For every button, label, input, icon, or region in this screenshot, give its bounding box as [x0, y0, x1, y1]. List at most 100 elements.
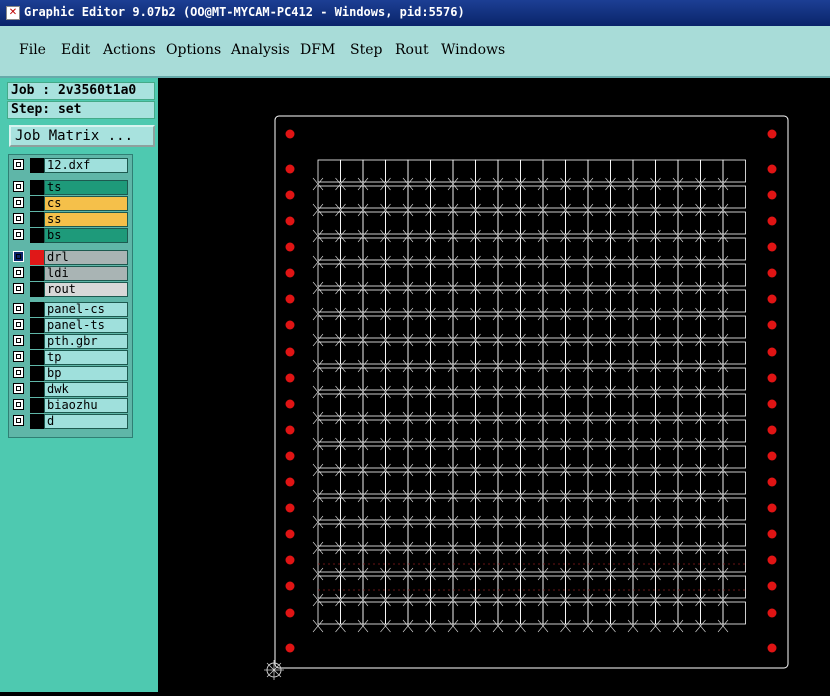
layer-checkbox[interactable]: [13, 181, 24, 192]
tooling-hole: [767, 164, 777, 174]
layer-checkbox[interactable]: [13, 159, 24, 170]
layer-color-swatch[interactable]: [30, 282, 44, 297]
menu-file[interactable]: File: [19, 42, 46, 58]
tooling-hole: [285, 129, 295, 139]
layer-checkbox[interactable]: [13, 351, 24, 362]
layer-color-swatch[interactable]: [30, 302, 44, 317]
layer-row-ldi[interactable]: ldi: [11, 266, 129, 281]
layer-color-swatch[interactable]: [30, 266, 44, 281]
tooling-hole: [767, 608, 777, 618]
layer-checkbox[interactable]: [13, 213, 24, 224]
layer-row-dwk[interactable]: dwk: [11, 382, 129, 397]
layer-checkbox[interactable]: [13, 229, 24, 240]
layer-row-d[interactable]: d: [11, 414, 129, 429]
layer-checkbox[interactable]: [13, 383, 24, 394]
layer-name[interactable]: rout: [44, 282, 128, 297]
tooling-hole: [285, 643, 295, 653]
tooling-hole: [767, 451, 777, 461]
layer-row-biaozhu[interactable]: biaozhu: [11, 398, 129, 413]
layer-row-pth-gbr[interactable]: pth.gbr: [11, 334, 129, 349]
app-icon[interactable]: ✕: [6, 6, 20, 20]
layer-row-tp[interactable]: tp: [11, 350, 129, 365]
graphics-canvas[interactable]: [158, 78, 830, 692]
tooling-hole: [285, 529, 295, 539]
layer-name[interactable]: bp: [44, 366, 128, 381]
layer-name[interactable]: ss: [44, 212, 128, 227]
layer-name[interactable]: biaozhu: [44, 398, 128, 413]
layer-row-drl[interactable]: drl: [11, 250, 129, 265]
menu-edit[interactable]: Edit: [61, 42, 90, 58]
tooling-hole: [767, 216, 777, 226]
menu-step[interactable]: Step: [350, 42, 382, 58]
tooling-hole: [767, 529, 777, 539]
layer-color-swatch[interactable]: [30, 350, 44, 365]
layer-name[interactable]: pth.gbr: [44, 334, 128, 349]
menu-windows[interactable]: Windows: [441, 42, 505, 58]
panel-drawing[interactable]: [158, 78, 830, 692]
tooling-hole: [767, 190, 777, 200]
layer-color-swatch[interactable]: [30, 382, 44, 397]
layer-name[interactable]: drl: [44, 250, 128, 265]
menu-dfm[interactable]: DFM: [300, 42, 335, 58]
window-title: Graphic Editor 9.07b2 (OO@MT-MYCAM-PC412…: [24, 5, 465, 19]
layer-color-swatch[interactable]: [30, 228, 44, 243]
layer-checkbox[interactable]: [13, 251, 24, 262]
layer-color-swatch[interactable]: [30, 334, 44, 349]
menu-options[interactable]: Options: [166, 42, 221, 58]
job-matrix-button[interactable]: Job Matrix ...: [9, 125, 155, 147]
layer-color-swatch[interactable]: [30, 366, 44, 381]
layer-row-ss[interactable]: ss: [11, 212, 129, 227]
layer-name[interactable]: 12.dxf: [44, 158, 128, 173]
layer-color-swatch[interactable]: [30, 180, 44, 195]
tooling-hole: [767, 373, 777, 383]
layer-name[interactable]: panel-ts: [44, 318, 128, 333]
layer-name[interactable]: d: [44, 414, 128, 429]
layer-checkbox[interactable]: [13, 335, 24, 346]
layer-checkbox[interactable]: [13, 415, 24, 426]
layer-row-bp[interactable]: bp: [11, 366, 129, 381]
layer-name[interactable]: ldi: [44, 266, 128, 281]
menu-analysis[interactable]: Analysis: [231, 42, 290, 58]
layer-checkbox[interactable]: [13, 303, 24, 314]
layer-name[interactable]: tp: [44, 350, 128, 365]
layer-color-swatch[interactable]: [30, 398, 44, 413]
tooling-hole: [285, 294, 295, 304]
layer-checkbox[interactable]: [13, 197, 24, 208]
layer-color-swatch[interactable]: [30, 414, 44, 429]
job-label: Job : 2v3560t1a0: [7, 82, 155, 100]
layer-row-panel-cs[interactable]: panel-cs: [11, 302, 129, 317]
layer-color-swatch[interactable]: [30, 318, 44, 333]
tooling-hole: [767, 399, 777, 409]
tooling-hole: [767, 477, 777, 487]
tooling-hole: [285, 581, 295, 591]
layer-row-rout[interactable]: rout: [11, 282, 129, 297]
menu-rout[interactable]: Rout: [395, 42, 429, 58]
layer-name[interactable]: cs: [44, 196, 128, 211]
layer-row-ts[interactable]: ts: [11, 180, 129, 195]
layer-color-swatch[interactable]: [30, 212, 44, 227]
layer-checkbox[interactable]: [13, 283, 24, 294]
tooling-hole: [285, 503, 295, 513]
tooling-hole: [767, 503, 777, 513]
layer-name[interactable]: dwk: [44, 382, 128, 397]
layer-color-swatch[interactable]: [30, 250, 44, 265]
tooling-hole: [767, 555, 777, 565]
layer-name[interactable]: panel-cs: [44, 302, 128, 317]
layer-checkbox[interactable]: [13, 319, 24, 330]
layer-name[interactable]: bs: [44, 228, 128, 243]
tooling-hole: [285, 399, 295, 409]
pcb-array: [312, 159, 746, 633]
layer-color-swatch[interactable]: [30, 196, 44, 211]
layer-row-cs[interactable]: cs: [11, 196, 129, 211]
layer-name[interactable]: ts: [44, 180, 128, 195]
layer-color-swatch[interactable]: [30, 158, 44, 173]
menu-actions[interactable]: Actions: [103, 42, 156, 58]
layer-row-12-dxf[interactable]: 12.dxf: [11, 158, 129, 173]
layer-row-bs[interactable]: bs: [11, 228, 129, 243]
tooling-hole: [285, 268, 295, 278]
layer-row-panel-ts[interactable]: panel-ts: [11, 318, 129, 333]
tooling-hole: [767, 581, 777, 591]
layer-checkbox[interactable]: [13, 399, 24, 410]
layer-checkbox[interactable]: [13, 367, 24, 378]
layer-checkbox[interactable]: [13, 267, 24, 278]
